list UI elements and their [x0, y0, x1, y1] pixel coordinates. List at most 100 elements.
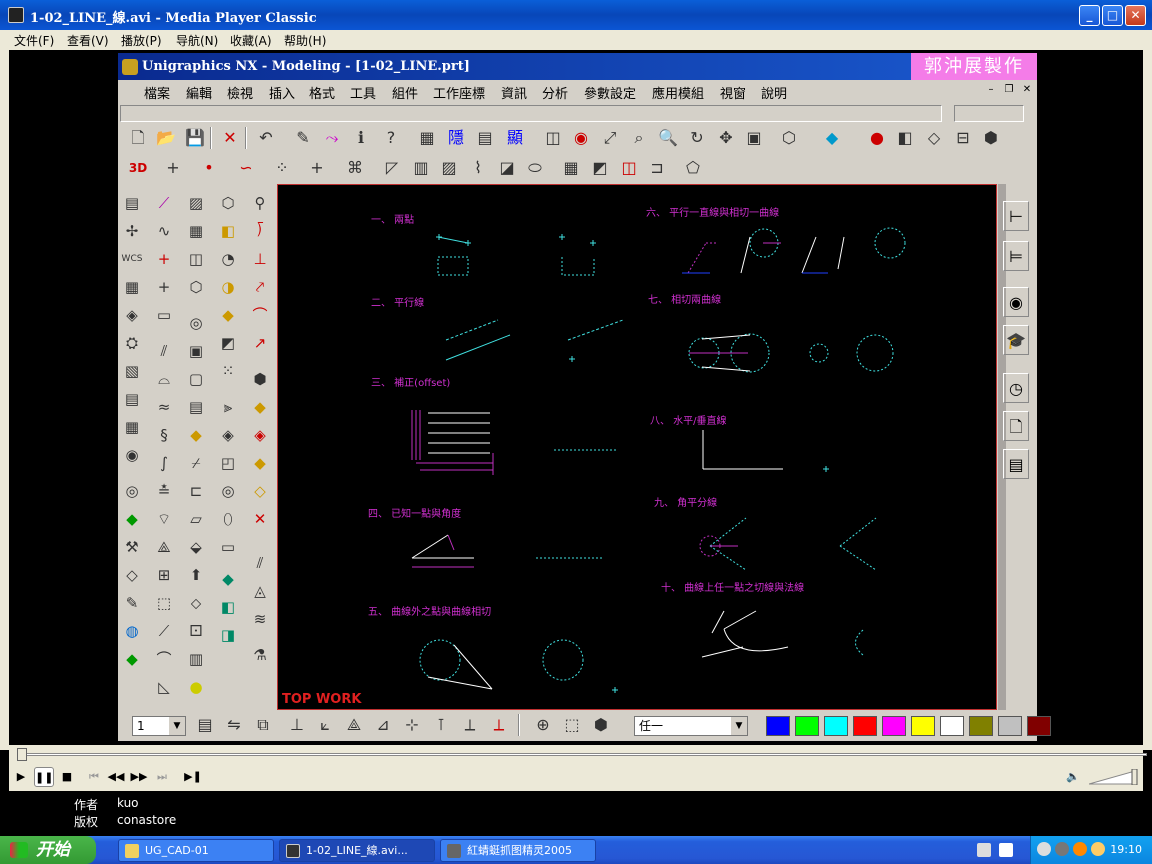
feature-icon-13[interactable]: ⬙	[184, 535, 208, 559]
fast-forward-icon[interactable]: ▶▶	[129, 767, 149, 787]
parallel-icon[interactable]: ⫽	[152, 339, 176, 363]
graphics-window[interactable]: 一、 兩點 二、 平行線 三、 補正(offset) 四、 已知一點與角度 五、…	[277, 184, 997, 710]
wcs-save-icon[interactable]: ⊿	[372, 714, 394, 736]
trim-sheet-icon[interactable]: ◩	[589, 157, 611, 179]
display-icon[interactable]: 顯	[504, 127, 526, 149]
layer-select[interactable]: 1 ▼	[132, 716, 186, 736]
color-swatch[interactable]	[853, 716, 877, 736]
grid-surface-icon[interactable]: ▦	[560, 157, 582, 179]
feature-icon-3[interactable]: ◫	[184, 247, 208, 271]
task-ug-cad[interactable]: UG_CAD-01	[118, 839, 274, 862]
curve-icon-8[interactable]: ⬚	[152, 591, 176, 615]
curve-icon-9[interactable]: ⟋	[152, 619, 176, 643]
tool-icon-6[interactable]: ↗	[248, 331, 272, 355]
solid-icon-16[interactable]: ◨	[216, 623, 240, 647]
menu-view[interactable]: 查看(V)	[67, 32, 109, 49]
layer-move-icon[interactable]: ⇋	[223, 714, 245, 736]
next-icon[interactable]: ⏭	[152, 767, 172, 787]
cursor-box-icon[interactable]: ⬚	[561, 714, 583, 736]
iso-icon[interactable]: ⬢	[980, 127, 1002, 149]
palette-icon-12[interactable]: ◆	[120, 507, 144, 531]
tray-chat-icon[interactable]	[1091, 842, 1105, 856]
curve-icon-6[interactable]: ⟁	[152, 535, 176, 559]
wcs-rotate-icon[interactable]: ⟁	[343, 714, 365, 736]
tool-icon-7[interactable]: ⬢	[248, 367, 272, 391]
nx-minimize-icon[interactable]: –	[984, 83, 998, 97]
shaded-icon[interactable]: ◆	[821, 127, 843, 149]
solid-icon-15[interactable]: ◧	[216, 595, 240, 619]
render-icon[interactable]: ▣	[743, 127, 765, 149]
curve-icon-5[interactable]: ⌔	[152, 507, 176, 531]
task-screen-capture[interactable]: 紅蜻蜓抓图精灵2005	[440, 839, 596, 862]
wcs-origin-icon[interactable]: ⊥	[286, 714, 308, 736]
refresh-icon[interactable]: ↻	[686, 127, 708, 149]
feature-icon-17[interactable]: ▥	[184, 647, 208, 671]
nx-menu-format[interactable]: 格式	[309, 83, 335, 102]
menu-favorites[interactable]: 收藏(A)	[230, 32, 272, 49]
view-icon[interactable]: ◫	[542, 127, 564, 149]
nx-menu-edit[interactable]: 編輯	[186, 83, 212, 102]
curve-icon-10[interactable]: ⌒	[152, 647, 176, 671]
minimize-button[interactable]: _	[1079, 5, 1100, 26]
tool-icon-2[interactable]: ⟌	[248, 219, 272, 243]
tool-icon-14[interactable]: ◬	[248, 579, 272, 603]
layer-copy-icon[interactable]: ⧉	[252, 714, 274, 736]
feature-icon-9[interactable]: ◆	[184, 423, 208, 447]
seek-bar[interactable]	[9, 745, 1147, 763]
nx-menu-wcs[interactable]: 工作座標	[433, 83, 485, 102]
part-navigator-icon[interactable]: ⊨	[1003, 241, 1029, 271]
extend-icon[interactable]: ◫	[618, 157, 640, 179]
curve-icon-7[interactable]: ⊞	[152, 563, 176, 587]
solid-icon-8[interactable]: ⫸	[216, 395, 240, 419]
add-icon[interactable]: +	[306, 157, 328, 179]
tool-icon-1[interactable]: ⚲	[248, 191, 272, 215]
keyboard-icon[interactable]	[977, 843, 991, 857]
pause-icon[interactable]: ❚❚	[34, 767, 54, 787]
point-red-icon[interactable]: +	[152, 247, 176, 271]
tool-icon-15[interactable]: ≋	[248, 607, 272, 631]
transform-icon[interactable]: ⤳	[321, 127, 343, 149]
solid-icon-13[interactable]: ▭	[216, 535, 240, 559]
maximize-button[interactable]: □	[1102, 5, 1123, 26]
offset-surface-icon[interactable]: ⬭	[524, 157, 546, 179]
training-icon[interactable]: 🎓	[1003, 325, 1029, 355]
color-swatch[interactable]	[1027, 716, 1051, 736]
palette-icon-11[interactable]: ◎	[120, 479, 144, 503]
play-icon[interactable]: ▶	[11, 767, 31, 787]
zoom-in-icon[interactable]: 🔍	[657, 127, 679, 149]
color-swatch[interactable]	[911, 716, 935, 736]
tool-icon-13[interactable]: ⫽	[248, 551, 272, 575]
ruled-icon[interactable]: ▥	[410, 157, 432, 179]
feature-icon-1[interactable]: ▨	[184, 191, 208, 215]
nx-menu-application[interactable]: 應用模組	[652, 83, 704, 102]
assembly-navigator-icon[interactable]: ⊢	[1003, 201, 1029, 231]
palette-icon-6[interactable]: ⛭	[120, 331, 144, 355]
palette-icon-14[interactable]: ◇	[120, 563, 144, 587]
sheet-icon[interactable]: ◪	[496, 157, 518, 179]
tray-arrow-icon[interactable]	[1037, 842, 1051, 856]
delete-icon[interactable]: ✕	[219, 127, 241, 149]
menu-navigate[interactable]: 导航(N)	[176, 32, 218, 49]
palette-icon-17[interactable]: ◆	[120, 647, 144, 671]
solid-icon-3[interactable]: ◔	[216, 247, 240, 271]
menu-play[interactable]: 播放(P)	[121, 32, 162, 49]
solid-icon-14[interactable]: ◆	[216, 567, 240, 591]
tray-app-icon[interactable]	[1073, 842, 1087, 856]
mesh-icon[interactable]: ▨	[438, 157, 460, 179]
palette-icon-4[interactable]: ▦	[120, 275, 144, 299]
solid-icon-2[interactable]: ◧	[216, 219, 240, 243]
fillet-icon[interactable]: ⌓	[152, 367, 176, 391]
solid-icon-1[interactable]: ⬡	[216, 191, 240, 215]
line-icon[interactable]: ⟋	[152, 191, 176, 215]
task-media-player[interactable]: 1-02_LINE_線.avi...	[279, 839, 435, 862]
seek-thumb[interactable]	[17, 748, 27, 761]
ball-icon[interactable]: ●	[866, 127, 888, 149]
feature-icon-14[interactable]: ⬆	[184, 563, 208, 587]
tool-icon-5[interactable]: ⌒	[248, 303, 272, 327]
color-swatch[interactable]	[766, 716, 790, 736]
point-set-icon[interactable]: ⁘	[271, 157, 293, 179]
layer-settings-icon[interactable]: ▤	[194, 714, 216, 736]
nx-menu-tools[interactable]: 工具	[350, 83, 376, 102]
palette-icon-1[interactable]: ▤	[120, 191, 144, 215]
nx-menu-preferences[interactable]: 參數設定	[584, 83, 636, 102]
